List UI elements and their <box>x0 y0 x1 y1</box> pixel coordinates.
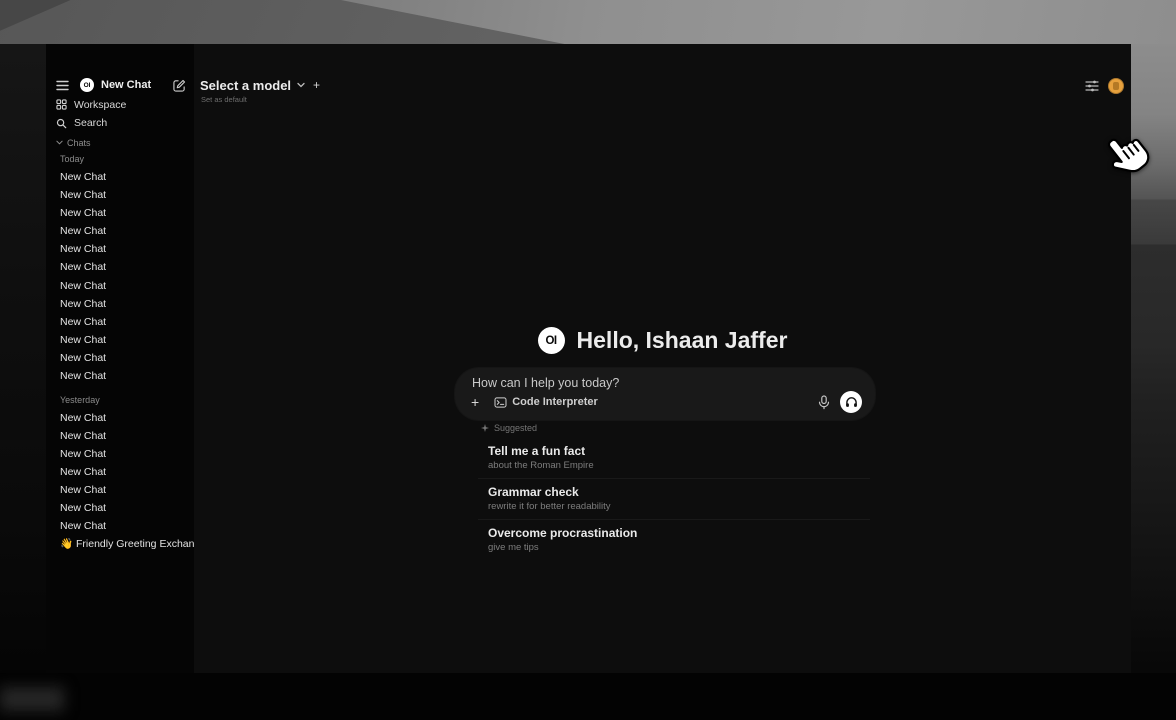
set-as-default-link[interactable]: Set as default <box>201 95 247 104</box>
chat-list-item[interactable]: New Chat <box>46 463 194 481</box>
chevron-down-icon <box>297 82 305 88</box>
composer-toolbar: + Code Interpreter <box>468 391 862 413</box>
chat-list-item[interactable]: New Chat <box>46 367 194 385</box>
code-interpreter-icon <box>494 397 507 408</box>
chats-section-header[interactable]: Chats <box>56 135 91 150</box>
prompt-subtitle: rewrite it for better readability <box>488 501 870 512</box>
prompt-title: Grammar check <box>488 485 870 499</box>
wallpaper-right <box>1131 44 1176 720</box>
headphones-icon <box>845 396 858 408</box>
main-area: Select a model + Set as default OI Hello… <box>194 44 1131 673</box>
workspace-grid-icon <box>56 99 67 110</box>
search-label: Search <box>74 117 107 129</box>
user-avatar[interactable] <box>1108 78 1124 94</box>
prompt-title: Tell me a fun fact <box>488 444 870 458</box>
code-interpreter-label: Code Interpreter <box>512 396 598 408</box>
wallpaper-top <box>0 0 1176 44</box>
suggested-prompt[interactable]: Overcome procrastination give me tips <box>478 520 870 560</box>
chat-group-today: Today New Chat New Chat New Chat New Cha… <box>46 151 194 385</box>
greeting-text: Hello, Ishaan Jaffer <box>577 327 788 354</box>
openwebui-window: OI New Chat Workspace Search <box>46 44 1131 673</box>
chevron-down-icon <box>56 140 63 145</box>
sidebar-item-workspace[interactable]: Workspace <box>56 96 126 113</box>
suggested-prompt[interactable]: Tell me a fun fact about the Roman Empir… <box>478 438 870 479</box>
model-selector[interactable]: Select a model + <box>200 76 320 94</box>
chat-list-item[interactable]: New Chat <box>46 240 194 258</box>
new-chat-icon[interactable] <box>173 79 186 92</box>
chat-list-item[interactable]: New Chat <box>46 499 194 517</box>
chat-list-item[interactable]: New Chat <box>46 277 194 295</box>
attach-plus-button[interactable]: + <box>468 395 482 409</box>
chat-group-yesterday: Yesterday New Chat New Chat New Chat New… <box>46 392 194 554</box>
chat-list-item[interactable]: New Chat <box>46 331 194 349</box>
suggested-prompts: Suggested Tell me a fun fact about the R… <box>478 421 870 560</box>
chat-list-item[interactable]: New Chat <box>46 168 194 186</box>
chat-list-item[interactable]: New Chat <box>46 427 194 445</box>
message-input[interactable] <box>468 376 862 390</box>
chat-list-item[interactable]: New Chat <box>46 481 194 499</box>
chat-list-item[interactable]: New Chat <box>46 349 194 367</box>
workspace-label: Workspace <box>74 99 126 111</box>
add-model-button[interactable]: + <box>313 79 320 91</box>
search-icon <box>56 118 67 129</box>
prompt-subtitle: about the Roman Empire <box>488 460 870 471</box>
prompt-title: Overcome procrastination <box>488 526 870 540</box>
suggested-header: Suggested <box>478 421 870 434</box>
wallpaper-left <box>0 44 46 720</box>
suggested-list: Tell me a fun fact about the Roman Empir… <box>478 438 870 560</box>
suggested-prompt[interactable]: Grammar check rewrite it for better read… <box>478 479 870 520</box>
chat-list-item-friendly-greeting[interactable]: 👋 Friendly Greeting Exchange <box>46 535 194 553</box>
suggested-label: Suggested <box>494 423 537 433</box>
app-logo-large: OI <box>538 327 565 354</box>
group-label: Today <box>46 151 194 168</box>
chats-section-label: Chats <box>67 138 91 148</box>
wallpaper-bottom <box>0 673 1176 720</box>
sidebar-header: OI New Chat <box>56 76 186 94</box>
chat-list-item[interactable]: New Chat <box>46 258 194 276</box>
sparkle-icon <box>481 424 489 432</box>
chat-list-item[interactable]: New Chat <box>46 313 194 331</box>
sidebar-title: New Chat <box>101 79 151 91</box>
sidebar-toggle-icon[interactable] <box>56 80 69 91</box>
topbar-right <box>1085 77 1124 95</box>
chat-list-item[interactable]: New Chat <box>46 222 194 240</box>
voice-call-button[interactable] <box>840 391 862 413</box>
sidebar-item-search[interactable]: Search <box>56 115 107 132</box>
group-label: Yesterday <box>46 392 194 409</box>
model-selector-label: Select a model <box>200 78 291 93</box>
sidebar: OI New Chat Workspace Search <box>46 44 194 673</box>
wallpaper-bottom-blob <box>0 687 64 711</box>
wallpaper-diagonal-shape <box>0 0 1176 44</box>
chat-list-item[interactable]: New Chat <box>46 409 194 427</box>
screen: OI New Chat Workspace Search <box>0 0 1176 720</box>
chat-list-item[interactable]: New Chat <box>46 186 194 204</box>
microphone-icon[interactable] <box>818 395 830 410</box>
chat-list-item[interactable]: New Chat <box>46 204 194 222</box>
app-logo: OI <box>80 78 94 92</box>
controls-sliders-icon[interactable] <box>1085 80 1099 92</box>
chat-list-item[interactable]: New Chat <box>46 517 194 535</box>
chat-list-item[interactable]: New Chat <box>46 445 194 463</box>
prompt-subtitle: give me tips <box>488 542 870 553</box>
code-interpreter-toggle[interactable]: Code Interpreter <box>494 396 598 408</box>
chat-list-item[interactable]: New Chat <box>46 295 194 313</box>
greeting: OI Hello, Ishaan Jaffer <box>194 327 1131 354</box>
message-composer[interactable]: + Code Interpreter <box>455 368 875 420</box>
